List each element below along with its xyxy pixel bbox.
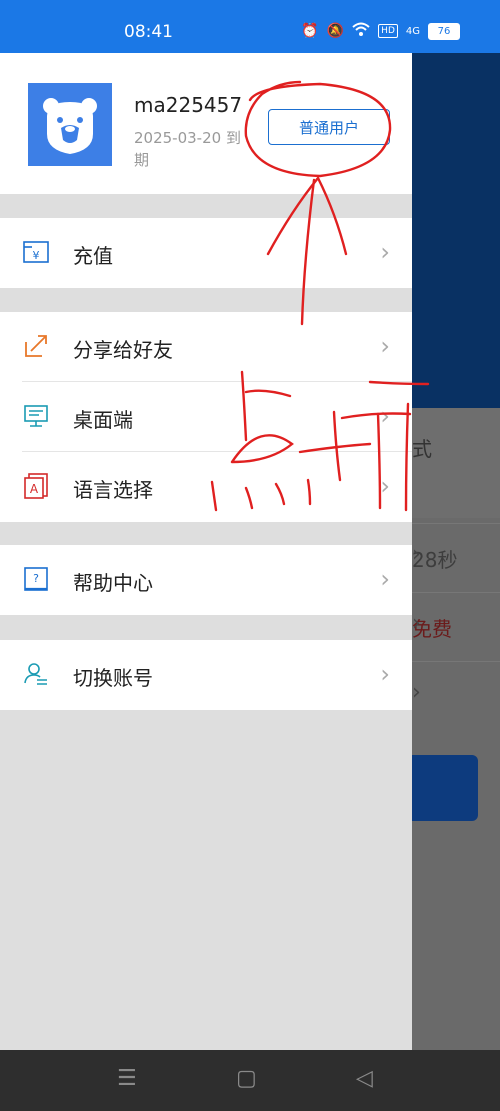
username: ma225457 — [134, 93, 243, 117]
menu-group-recharge: ¥ 充值 › — [0, 218, 412, 288]
status-icons: ⏰ 🔕 HD 4G 76 — [301, 22, 460, 40]
menu-item-desktop[interactable]: 桌面端 › — [0, 382, 412, 452]
recharge-icon: ¥ — [22, 238, 50, 266]
menu-item-share[interactable]: 分享给好友 › — [0, 312, 412, 382]
menu-group-share: 分享给好友 › 桌面端 › A 语言选择 › — [0, 312, 412, 522]
chevron-right-icon: › — [412, 680, 421, 705]
svg-text:?: ? — [33, 572, 39, 585]
hd-badge: HD — [378, 24, 398, 38]
menu-item-help[interactable]: ? 帮助中心 › — [0, 545, 412, 615]
chevron-right-icon: › — [380, 238, 390, 266]
switch-account-icon — [22, 660, 50, 688]
menu-item-switch-account[interactable]: 切换账号 › — [0, 640, 412, 710]
background-row: 28秒 › — [412, 523, 500, 592]
menu-label: 分享给好友 — [73, 338, 173, 362]
avatar[interactable] — [28, 83, 112, 166]
menu-group-account: 切换账号 › — [0, 640, 412, 710]
chevron-right-icon: › — [380, 472, 390, 500]
chevron-right-icon: › — [380, 660, 390, 688]
desktop-icon — [22, 402, 50, 430]
menu-item-recharge[interactable]: ¥ 充值 › — [0, 218, 412, 288]
back-icon[interactable]: ◁ — [356, 1066, 373, 1091]
menu-label: 切换账号 — [73, 666, 153, 690]
alarm-icon: ⏰ — [301, 23, 319, 39]
background-text: 式 — [412, 437, 432, 461]
share-icon — [22, 332, 50, 360]
user-level-button[interactable]: 普通用户 — [268, 109, 390, 145]
chevron-right-icon: › — [380, 332, 390, 360]
background-row: › — [412, 661, 500, 730]
menu-label: 充值 — [73, 244, 113, 268]
home-icon[interactable]: ▢ — [236, 1066, 257, 1091]
chevron-right-icon: › — [412, 611, 421, 636]
background-banner — [412, 53, 500, 408]
expire-date: 2025-03-20 到期 — [134, 129, 241, 169]
menu-icon[interactable]: ☰ — [117, 1066, 137, 1091]
profile-header: ma225457 2025-03-20 到期 普通用户 — [0, 53, 412, 194]
battery-icon: 76 — [428, 22, 460, 40]
menu-label: 语言选择 — [73, 478, 153, 502]
chevron-right-icon: › — [412, 542, 421, 567]
signal-icon: 4G — [405, 25, 420, 37]
menu-item-language[interactable]: A 语言选择 › — [0, 452, 412, 522]
background-app: 式 28秒 › 免费 › › — [412, 53, 500, 1050]
chevron-right-icon: › — [380, 565, 390, 593]
mute-icon: 🔕 — [326, 23, 345, 39]
side-drawer: ma225457 2025-03-20 到期 普通用户 ¥ 充值 › 分享给好友… — [0, 53, 412, 1050]
menu-label: 桌面端 — [73, 408, 133, 432]
wifi-icon — [352, 22, 370, 40]
help-icon: ? — [22, 565, 50, 593]
background-row: 免费 › — [412, 592, 500, 661]
background-card: 式 — [412, 408, 500, 518]
menu-label: 帮助中心 — [73, 571, 153, 595]
chevron-right-icon: › — [380, 402, 390, 430]
bear-logo-icon — [43, 97, 97, 154]
svg-text:¥: ¥ — [33, 249, 40, 262]
language-icon: A — [22, 472, 50, 500]
status-bar: 08:41 ⏰ 🔕 HD 4G 76 — [0, 0, 500, 53]
svg-text:A: A — [30, 482, 39, 496]
status-time: 08:41 — [124, 22, 173, 42]
background-button — [412, 755, 478, 821]
menu-group-help: ? 帮助中心 › — [0, 545, 412, 615]
system-nav-bar: ☰ ▢ ◁ — [0, 1050, 500, 1111]
